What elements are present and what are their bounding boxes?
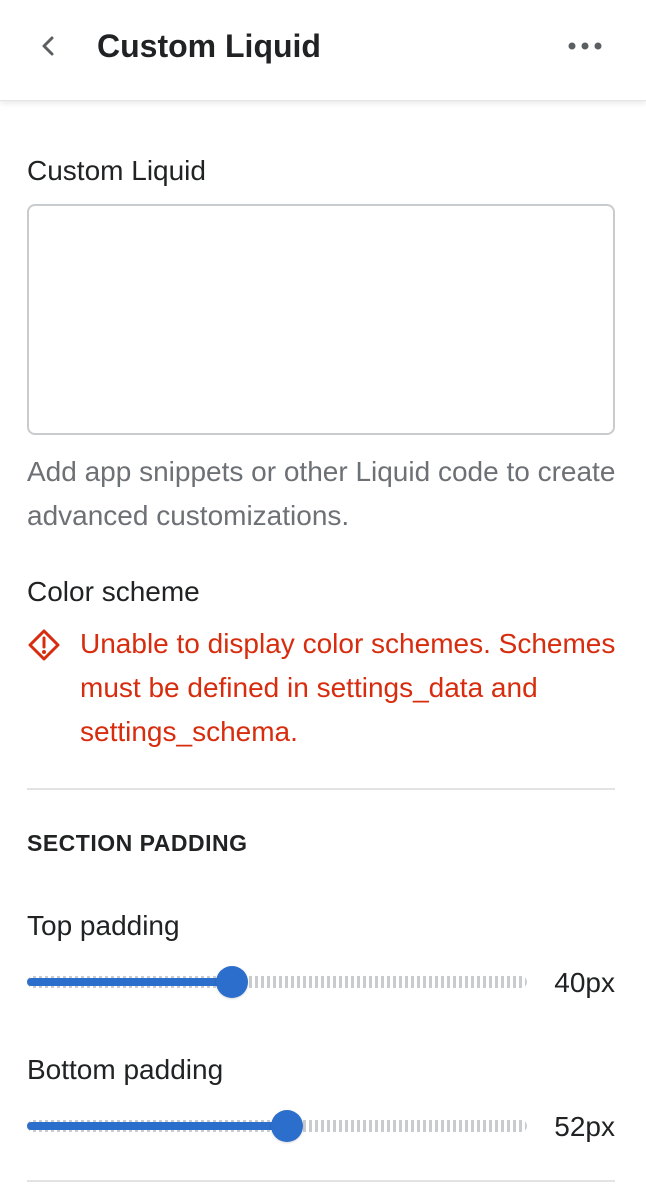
top-bar: Custom Liquid [0,0,646,101]
custom-liquid-help-text: Add app snippets or other Liquid code to… [27,456,616,531]
chevron-left-icon [42,36,54,56]
section-padding-heading: SECTION PADDING [27,830,248,856]
diamond-alert-icon [28,629,60,661]
top-padding-slider[interactable] [27,964,527,1000]
divider [27,1180,615,1182]
more-actions-button[interactable] [562,24,608,68]
slider-fill [27,1122,287,1130]
bottom-padding-value: 52px [554,1111,615,1142]
divider [27,788,615,790]
bottom-padding-label: Bottom padding [27,1054,224,1085]
custom-liquid-code-input[interactable] [27,204,615,435]
color-scheme-label: Color scheme [27,576,200,607]
horizontal-dots-icon [568,42,602,50]
slider-fill [27,978,232,986]
top-padding-label: Top padding [27,910,180,941]
color-scheme-error-text: Unable to display color schemes. Schemes… [80,628,616,747]
back-button[interactable] [26,24,70,68]
slider-handle[interactable] [271,1110,303,1142]
custom-liquid-label: Custom Liquid [27,155,206,186]
bottom-padding-slider[interactable] [27,1108,527,1144]
top-padding-value: 40px [554,967,615,998]
page-title: Custom Liquid [97,28,321,64]
slider-handle[interactable] [216,966,248,998]
